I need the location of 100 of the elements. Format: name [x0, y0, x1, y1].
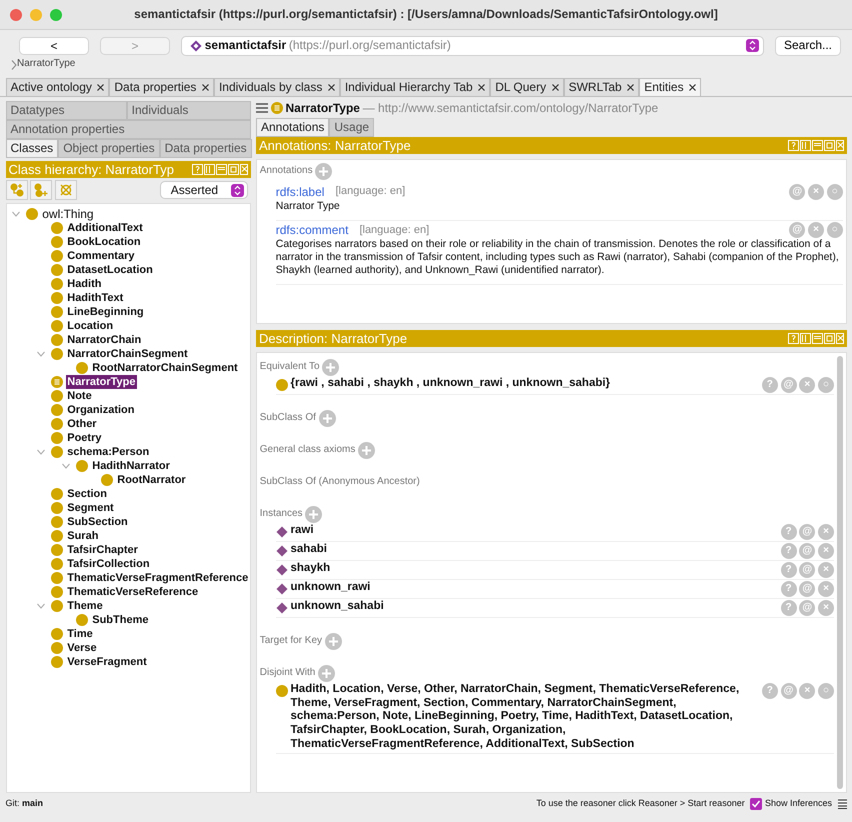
add-icon[interactable]: [324, 632, 342, 650]
section-label: General class axioms: [260, 444, 356, 456]
add-icon[interactable]: [318, 410, 336, 427]
class-icon: [51, 250, 64, 262]
entity-tab[interactable]: Individuals: [126, 100, 251, 120]
language-tag: [language: en]: [335, 185, 406, 198]
entity-view-tab[interactable]: Annotations: [256, 118, 330, 137]
tree-item[interactable]: Note: [66, 388, 93, 403]
tree-item[interactable]: ThematicVerseReference: [66, 584, 200, 599]
class-icon: [51, 502, 64, 514]
workspace-tab[interactable]: Active ontology: [6, 78, 110, 96]
tree-item[interactable]: VerseFragment: [66, 654, 148, 669]
close-icon[interactable]: [478, 84, 486, 91]
git-branch-label: Git: main: [6, 798, 44, 810]
add-icon[interactable]: [318, 664, 336, 682]
tree-item[interactable]: AdditionalText: [66, 220, 144, 235]
stepper-icon[interactable]: [746, 39, 759, 52]
class-icon: [276, 684, 288, 697]
expander-icon[interactable]: [37, 350, 46, 358]
add-icon[interactable]: [322, 358, 340, 376]
expander-icon[interactable]: [37, 602, 46, 610]
tree-item[interactable]: TafsirCollection: [66, 556, 151, 571]
address-field[interactable]: semantictafsir (https://purl.org/semantictafsir): [181, 36, 764, 56]
property-link[interactable]: rdfs:label: [276, 184, 324, 199]
workspace-tab[interactable]: Individuals by class: [214, 78, 340, 96]
close-icon[interactable]: [552, 84, 559, 91]
reasoner-mode-dropdown[interactable]: Asserted: [160, 181, 248, 200]
tree-item[interactable]: ThematicVerseFragmentReference: [66, 570, 250, 585]
axiom-text: unknown_rawi: [290, 580, 370, 595]
class-icon: [101, 474, 114, 486]
view-controls-drawing: [788, 332, 844, 344]
tree-item[interactable]: Section: [66, 486, 108, 501]
window-controls-drawing[interactable]: [10, 9, 62, 21]
entity-tab[interactable]: Datatypes: [6, 100, 127, 120]
search-button[interactable]: Search...: [774, 36, 841, 56]
workspace-tab[interactable]: Data properties: [109, 78, 214, 96]
tree-item[interactable]: NarratorChain: [66, 332, 142, 347]
tree-item[interactable]: RootNarratorChainSegment: [91, 360, 239, 375]
tree-item[interactable]: LineBeginning: [66, 304, 145, 319]
workspace-tab[interactable]: Entities: [639, 78, 702, 96]
tree-item[interactable]: Other: [66, 416, 98, 431]
tree-item[interactable]: Organization: [66, 402, 136, 417]
tree-item[interactable]: Location: [66, 318, 114, 333]
add-icon[interactable]: [358, 442, 376, 459]
tree-item[interactable]: NarratorType: [66, 374, 137, 389]
close-icon[interactable]: [627, 84, 634, 91]
tree-item[interactable]: HadithNarrator: [91, 458, 171, 473]
add-sibling-button[interactable]: [30, 180, 52, 200]
tree-item[interactable]: Commentary: [66, 248, 136, 263]
entity-tab[interactable]: Object properties: [58, 138, 160, 158]
close-icon[interactable]: [689, 84, 696, 91]
expander-icon[interactable]: [12, 210, 20, 218]
close-icon[interactable]: [202, 84, 209, 91]
close-icon[interactable]: [328, 84, 335, 91]
show-inferences-checkbox[interactable]: Show Inferences: [750, 798, 832, 810]
tree-item[interactable]: Poetry: [66, 430, 102, 445]
tree-item[interactable]: Theme: [66, 598, 104, 613]
add-icon[interactable]: [315, 163, 332, 180]
scrollbar[interactable]: [836, 356, 843, 789]
tree-item[interactable]: Segment: [66, 500, 115, 515]
individual-icon: [276, 582, 288, 595]
back-button[interactable]: <: [19, 36, 89, 54]
expander-icon[interactable]: [37, 448, 46, 456]
workspace-tab[interactable]: DL Query: [490, 78, 564, 96]
tree-item[interactable]: HadithText: [66, 290, 124, 305]
expander-icon[interactable]: [62, 462, 70, 470]
entity-tab[interactable]: Data properties: [160, 138, 252, 158]
tree-item[interactable]: TafsirChapter: [66, 542, 139, 557]
entity-tab[interactable]: Annotation properties: [6, 120, 250, 139]
close-icon[interactable]: [97, 84, 104, 91]
add-subclass-button[interactable]: [6, 180, 28, 200]
workspace-tab[interactable]: Individual Hierarchy Tab: [340, 78, 490, 96]
panel-title: Annotations: NarratorType: [259, 136, 411, 154]
entity-view-tab[interactable]: Usage: [329, 118, 374, 137]
property-link[interactable]: rdfs:comment: [276, 223, 348, 238]
class-icon: [26, 208, 38, 220]
entity-tab[interactable]: Classes: [6, 138, 58, 158]
tree-item[interactable]: SubSection: [66, 514, 129, 529]
class-icon: [51, 432, 64, 444]
tree-item[interactable]: Surah: [66, 528, 100, 543]
workspace-tab[interactable]: SWRLTab: [564, 78, 640, 96]
add-icon[interactable]: [305, 506, 322, 523]
list-icon[interactable]: [838, 798, 846, 809]
breadcrumb-item[interactable]: NarratorType: [17, 58, 76, 71]
tree-item[interactable]: BookLocation: [66, 234, 142, 249]
class-icon: [51, 390, 64, 402]
tree-item[interactable]: Time: [66, 626, 94, 641]
window-title: semantictafsir (https://purl.org/semantictafsir) : [/Users/amna/Downloads/SemanticTafsirOntology.owl]: [134, 7, 718, 22]
tree-item[interactable]: SubTheme: [91, 612, 150, 627]
tree-item[interactable]: RootNarrator: [116, 472, 187, 487]
menu-icon[interactable]: [256, 103, 268, 114]
tree-item[interactable]: Hadith: [66, 276, 102, 291]
tree-item[interactable]: Verse: [66, 640, 98, 655]
section-label: Annotations: [260, 165, 313, 178]
delete-class-button[interactable]: [55, 180, 77, 200]
tree-item[interactable]: schema:Person: [66, 444, 150, 459]
tree-item[interactable]: DatasetLocation: [66, 262, 154, 277]
class-icon: [76, 362, 88, 374]
tree-item[interactable]: owl:Thing: [41, 206, 95, 221]
tree-item[interactable]: NarratorChainSegment: [66, 346, 189, 361]
